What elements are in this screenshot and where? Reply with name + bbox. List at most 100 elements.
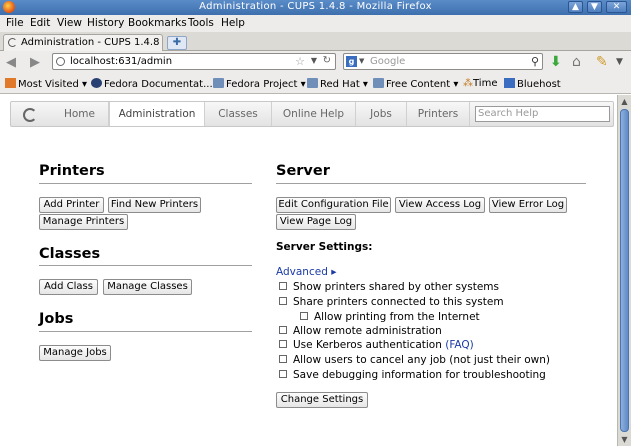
option-kerberos[interactable]: Use Kerberos authentication (FAQ)	[279, 339, 474, 351]
download-icon[interactable]: ⬇	[550, 54, 562, 70]
server-divider	[276, 183, 586, 184]
site-identity-icon[interactable]	[56, 57, 65, 66]
add-printer-button[interactable]: Add Printer	[39, 197, 104, 213]
toolbar-dropdown-icon[interactable]: ▼	[616, 57, 623, 67]
window-down-button[interactable]: ▼	[587, 1, 602, 13]
tab-strip: Administration - CUPS 1.4.8 ✚	[0, 32, 631, 51]
bookmark-fedora-project[interactable]: Fedora Project ▾	[213, 78, 306, 90]
most-visited-icon	[5, 78, 16, 88]
bookmark-fedora-docs[interactable]: Fedora Documentat...	[91, 78, 213, 90]
window-title: Administration - CUPS 1.4.8 - Mozilla Fi…	[199, 1, 432, 12]
option-allow-internet-printing[interactable]: Allow printing from the Internet	[300, 311, 480, 323]
search-engine-dropdown-icon[interactable]: ▼	[359, 57, 364, 65]
checkbox[interactable]	[300, 312, 308, 320]
menu-file[interactable]: File	[6, 17, 24, 29]
forward-icon[interactable]: ▶	[30, 55, 40, 70]
menu-view[interactable]: View	[57, 17, 82, 29]
search-engine-icon[interactable]: g	[346, 56, 357, 67]
new-tab-button[interactable]: ✚	[167, 36, 187, 50]
option-remote-administration[interactable]: Allow remote administration	[279, 325, 442, 337]
bluehost-icon	[504, 78, 515, 88]
faq-link[interactable]: (FAQ)	[445, 339, 474, 351]
nav-jobs[interactable]: Jobs	[356, 102, 407, 126]
bookmark-red-hat[interactable]: Red Hat ▾	[307, 78, 368, 90]
server-heading: Server	[276, 163, 330, 179]
jobs-divider	[39, 331, 252, 332]
nav-administration[interactable]: Administration	[109, 102, 205, 126]
scroll-up-icon[interactable]: ▲	[619, 97, 630, 106]
add-class-button[interactable]: Add Class	[39, 279, 98, 295]
folder-icon	[307, 78, 318, 88]
option-debug-logging[interactable]: Save debugging information for troublesh…	[279, 369, 546, 381]
reload-icon[interactable]: ↻	[323, 55, 331, 66]
server-settings-label: Server Settings:	[276, 241, 373, 253]
option-show-shared-printers[interactable]: Show printers shared by other systems	[279, 281, 499, 293]
page-scrollbar[interactable]: ▲ ▼	[617, 95, 631, 446]
url-text[interactable]: localhost:631/admin	[70, 56, 172, 67]
find-new-printers-button[interactable]: Find New Printers	[108, 197, 201, 213]
view-error-log-button[interactable]: View Error Log	[489, 197, 567, 213]
window-up-button[interactable]: ▲	[568, 1, 583, 13]
checkbox[interactable]	[279, 370, 287, 378]
menu-bar: File Edit View History Bookmarks Tools H…	[0, 15, 631, 32]
menu-edit[interactable]: Edit	[30, 17, 50, 29]
bookmark-free-content[interactable]: Free Content ▾	[373, 78, 458, 90]
window-close-button[interactable]: ✕	[606, 1, 627, 13]
checkbox[interactable]	[279, 340, 287, 348]
advanced-toggle[interactable]: Advanced ▸	[276, 266, 336, 278]
nav-classes[interactable]: Classes	[205, 102, 272, 126]
option-cancel-any-job[interactable]: Allow users to cancel any job (not just …	[279, 354, 550, 366]
search-help-input[interactable]: Search Help	[475, 106, 610, 122]
view-access-log-button[interactable]: View Access Log	[395, 197, 485, 213]
window-titlebar: Administration - CUPS 1.4.8 - Mozilla Fi…	[0, 0, 631, 15]
scroll-down-icon[interactable]: ▼	[619, 435, 630, 444]
bookmarks-toolbar: Most Visited ▾ Fedora Documentat... Fedo…	[0, 74, 631, 94]
folder-icon	[373, 78, 384, 88]
checkbox[interactable]	[279, 326, 287, 334]
nav-printers[interactable]: Printers	[407, 102, 470, 126]
back-icon[interactable]: ◀	[6, 55, 16, 70]
navigation-toolbar: ◀ ▶ localhost:631/admin ☆ ▼ ↻ g ▼ Google…	[0, 51, 631, 74]
folder-icon	[213, 78, 224, 88]
jobs-heading: Jobs	[39, 311, 74, 327]
home-icon[interactable]: ⌂	[572, 54, 581, 70]
search-placeholder[interactable]: Google	[370, 56, 405, 67]
view-page-log-button[interactable]: View Page Log	[276, 214, 356, 230]
change-settings-button[interactable]: Change Settings	[276, 392, 368, 408]
menu-bookmarks[interactable]: Bookmarks	[128, 17, 187, 29]
menu-help[interactable]: Help	[221, 17, 245, 29]
classes-heading: Classes	[39, 246, 101, 262]
bookmark-bluehost[interactable]: Bluehost	[504, 78, 561, 90]
printers-heading: Printers	[39, 163, 105, 179]
cups-logo-icon[interactable]	[23, 108, 37, 122]
cups-favicon-icon	[8, 38, 17, 47]
page-content: Home Administration Classes Online Help …	[0, 95, 617, 446]
nav-online-help[interactable]: Online Help	[272, 102, 356, 126]
manage-classes-button[interactable]: Manage Classes	[103, 279, 192, 295]
cups-navigation: Home Administration Classes Online Help …	[10, 101, 614, 127]
scrollbar-thumb[interactable]	[620, 109, 629, 432]
nav-home[interactable]: Home	[51, 102, 109, 126]
broom-icon[interactable]: ✎	[596, 54, 608, 70]
manage-printers-button[interactable]: Manage Printers	[39, 214, 128, 230]
search-magnifier-icon[interactable]: ⚲	[531, 55, 539, 68]
time-icon: ⁂	[463, 78, 473, 89]
edit-configuration-file-button[interactable]: Edit Configuration File	[276, 197, 391, 213]
url-history-dropdown-icon[interactable]: ▼	[311, 56, 317, 65]
classes-divider	[39, 265, 252, 266]
printers-divider	[39, 183, 252, 184]
checkbox[interactable]	[279, 297, 287, 305]
bookmark-most-visited[interactable]: Most Visited ▾	[5, 78, 87, 90]
bookmark-star-icon[interactable]: ☆	[295, 55, 305, 68]
manage-jobs-button[interactable]: Manage Jobs	[39, 345, 111, 361]
tab-label: Administration - CUPS 1.4.8	[21, 37, 160, 48]
search-bar[interactable]: g ▼ Google ⚲	[343, 53, 543, 70]
checkbox[interactable]	[279, 355, 287, 363]
url-bar[interactable]: localhost:631/admin ☆ ▼ ↻	[52, 53, 336, 70]
bookmark-time[interactable]: ⁂Time	[463, 78, 497, 89]
menu-history[interactable]: History	[87, 17, 124, 29]
option-share-printers[interactable]: Share printers connected to this system	[279, 296, 504, 308]
tab-administration[interactable]: Administration - CUPS 1.4.8	[3, 34, 163, 51]
checkbox[interactable]	[279, 282, 287, 290]
menu-tools[interactable]: Tools	[188, 17, 214, 29]
